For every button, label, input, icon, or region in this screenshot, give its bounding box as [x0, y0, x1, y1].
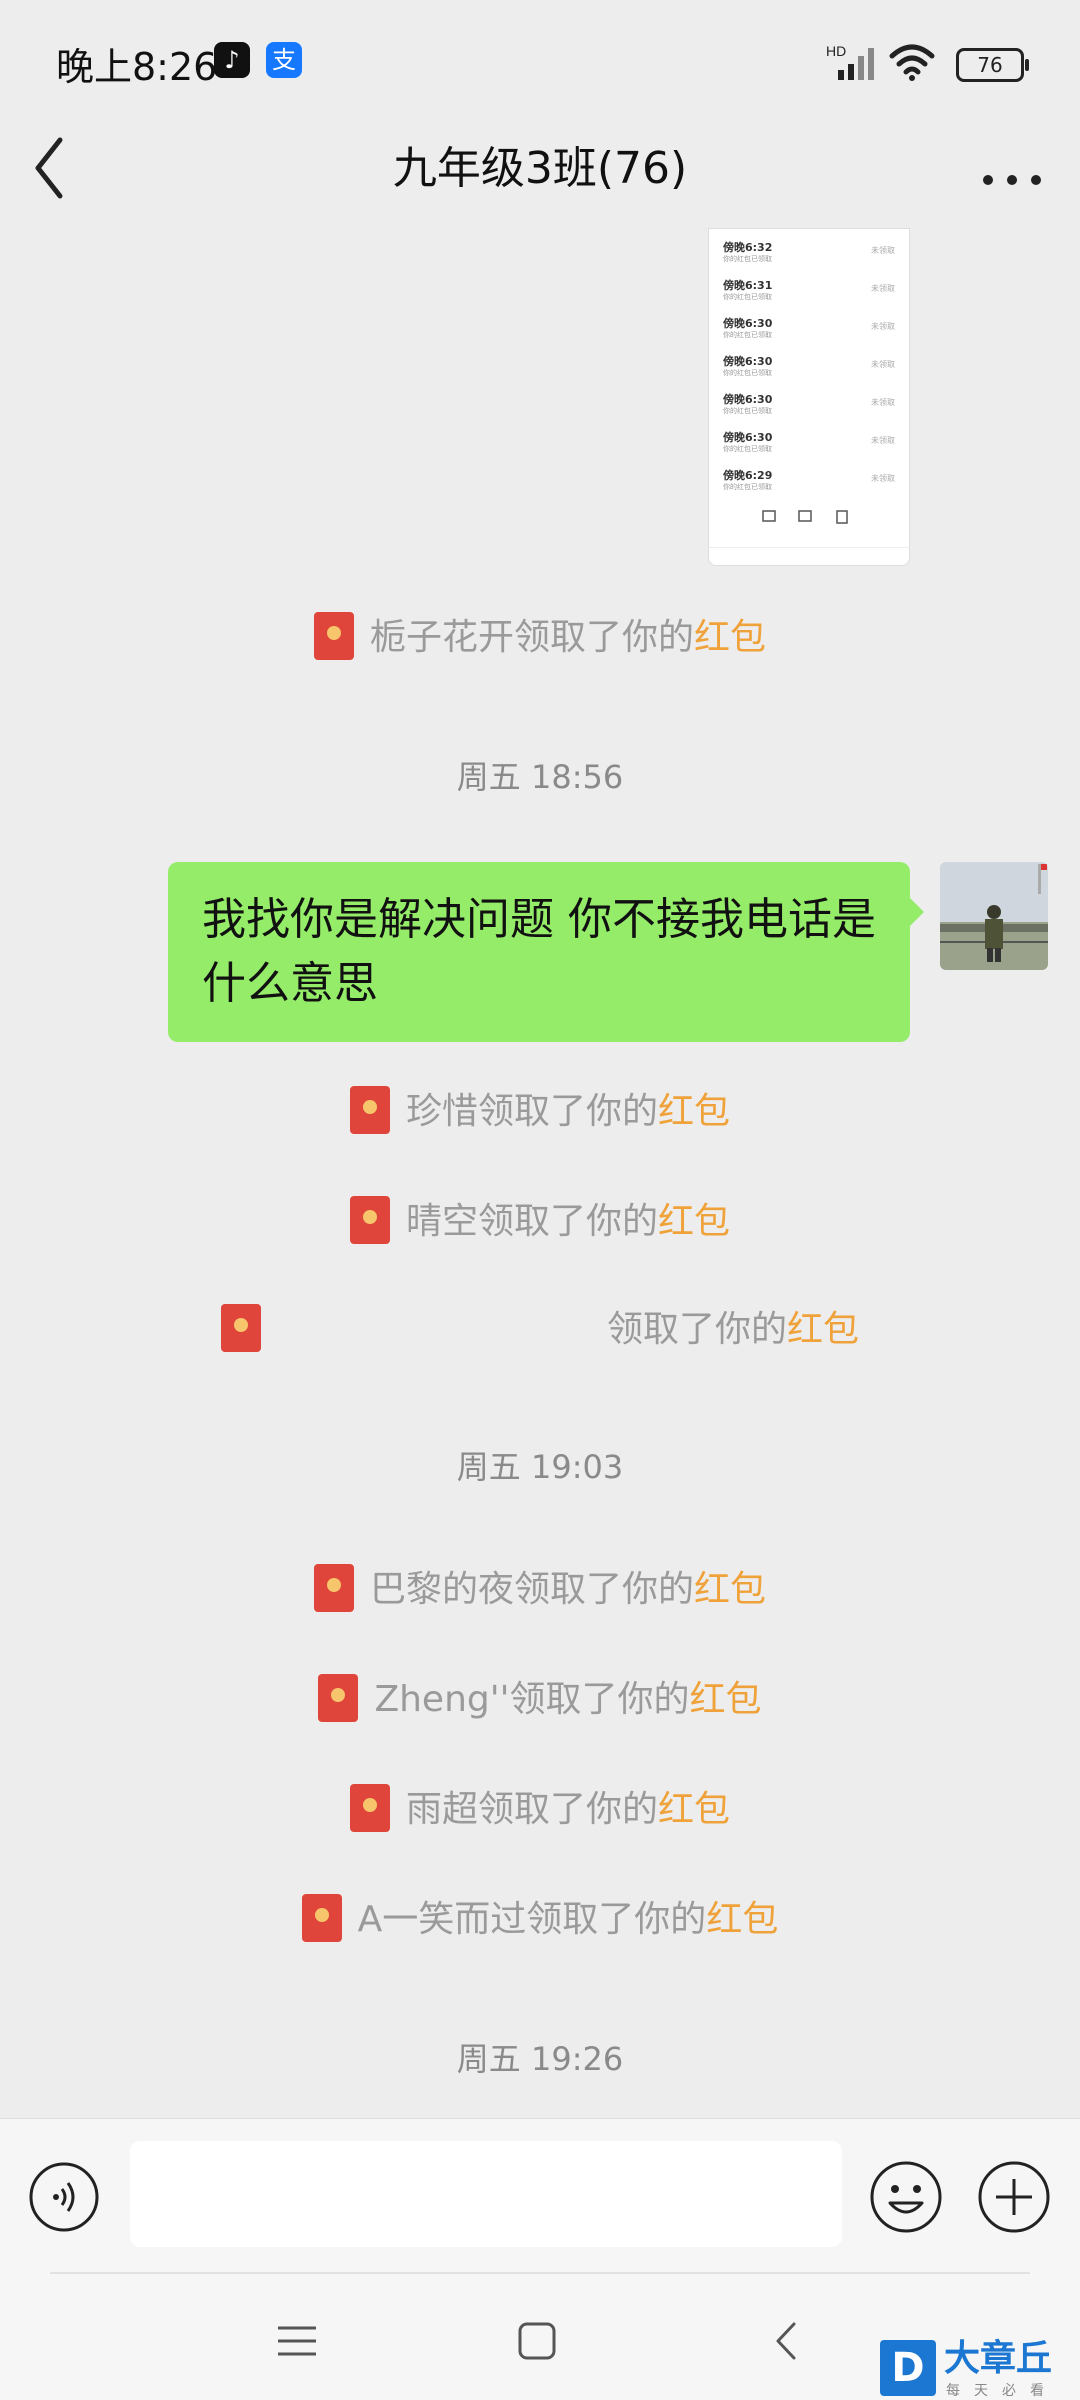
- redpacket-claim-notice: 雨超领取了你的红包: [0, 1780, 1080, 1840]
- timestamp: 周五 19:03: [456, 1448, 624, 1486]
- red-packet-link[interactable]: 红包: [690, 1679, 762, 1720]
- thumbnail-row: 傍晚6:31 你的红包已领取 未领取: [723, 279, 895, 301]
- avatar[interactable]: [940, 862, 1048, 970]
- timestamp: 周五 18:56: [456, 758, 624, 796]
- redpacket-claim-notice: 晴空领取了你的红包: [0, 1192, 1080, 1252]
- claim-text: 领取了你的: [513, 617, 694, 658]
- claimer-name: 珍惜: [405, 1091, 478, 1132]
- red-packet-link[interactable]: 红包: [658, 1789, 730, 1830]
- claim-text: 领取了你的: [477, 1789, 658, 1830]
- red-packet-link[interactable]: 红包: [706, 1899, 778, 1940]
- claimer-name: Zheng'': [374, 1679, 510, 1720]
- red-packet-icon: [349, 1784, 390, 1832]
- red-packet-link[interactable]: 红包: [658, 1201, 730, 1242]
- thumbnail-row: 傍晚6:30 你的红包已领取 未领取: [723, 393, 895, 415]
- thumbnail-row: 傍晚6:32 你的红包已领取 未领取: [723, 241, 895, 263]
- claim-text: 领取了你的: [513, 1569, 694, 1610]
- red-packet-link[interactable]: 红包: [787, 1309, 859, 1350]
- thumbnail-row: 傍晚6:29 你的红包已领取 未领取: [723, 469, 895, 491]
- watermark-logo-mark: D: [880, 2340, 936, 2396]
- redpacket-claim-notice: 巴黎的夜领取了你的红包: [0, 1560, 1080, 1620]
- voice-input-icon[interactable]: [28, 2161, 100, 2233]
- status-time: 晚上8:26: [56, 45, 218, 89]
- nav-back-icon[interactable]: [762, 2316, 812, 2366]
- status-bar: 晚上8:26 ♪ 支 HD 76: [0, 0, 1080, 120]
- red-packet-icon: [301, 1894, 342, 1942]
- claimer-name: 雨超: [405, 1789, 478, 1830]
- divider: [50, 2272, 1030, 2274]
- screenshot-image-message[interactable]: 傍晚6:32 你的红包已领取 未领取 傍晚6:31 你的红包已领取 未领取 傍晚6:30…: [708, 228, 910, 566]
- tiktok-icon: ♪: [214, 42, 250, 78]
- watermark-slogan: 每天必看: [946, 2383, 1058, 2399]
- emoji-icon[interactable]: [868, 2159, 944, 2235]
- home-icon[interactable]: [512, 2316, 562, 2366]
- claim-text: 领取了你的: [606, 1309, 787, 1350]
- claim-text: 领取了你的: [526, 1899, 707, 1940]
- svg-text:HD: HD: [826, 43, 846, 59]
- red-packet-link[interactable]: 红包: [694, 1569, 766, 1610]
- claimer-name: 晴空: [405, 1201, 478, 1242]
- avatar-image: [940, 862, 1048, 970]
- message-input[interactable]: [130, 2141, 842, 2247]
- claim-text: 领取了你的: [509, 1679, 690, 1720]
- chat-header: 九年级3班(76): [0, 120, 1080, 230]
- watermark-name: 大章丘: [944, 2338, 1053, 2379]
- timestamp: 周五 19:26: [456, 2040, 624, 2078]
- claimer-name: 巴黎的夜: [369, 1569, 514, 1610]
- red-packet-icon: [349, 1196, 390, 1244]
- signal-icon: HD: [826, 43, 874, 80]
- more-options-icon[interactable]: [972, 138, 1052, 198]
- red-packet-link[interactable]: 红包: [694, 617, 766, 658]
- chat-title: 九年级3班(76): [392, 143, 688, 194]
- redpacket-claim-notice: A一笑而过领取了你的红包: [0, 1890, 1080, 1950]
- alipay-icon: 支: [266, 42, 302, 78]
- red-packet-link[interactable]: 红包: [658, 1091, 730, 1132]
- claimer-name: 栀子花开: [369, 617, 514, 658]
- claim-text: 领取了你的: [477, 1201, 658, 1242]
- redpacket-claim-notice: Zheng''领取了你的红包: [0, 1670, 1080, 1730]
- red-packet-icon: [220, 1304, 261, 1352]
- add-more-icon[interactable]: [976, 2159, 1052, 2235]
- thumbnail-row: 傍晚6:30 你的红包已领取 未领取: [723, 355, 895, 377]
- redpacket-claim-notice: 领取了你的红包: [0, 1300, 1080, 1360]
- red-packet-icon: [349, 1086, 390, 1134]
- red-packet-icon: [313, 1564, 354, 1612]
- thumbnail-row: 傍晚6:30 你的红包已领取 未领取: [723, 317, 895, 339]
- red-packet-icon: [318, 1674, 359, 1722]
- recent-apps-icon[interactable]: [272, 2316, 322, 2366]
- redpacket-claim-notice: 珍惜领取了你的红包: [0, 1082, 1080, 1142]
- wifi-icon: [889, 44, 935, 81]
- claim-text: 领取了你的: [477, 1091, 658, 1132]
- thumbnail-divider: [709, 547, 909, 548]
- red-packet-icon: [313, 612, 354, 660]
- redpacket-claim-notice: 栀子花开领取了你的红包: [0, 608, 1080, 668]
- sent-message-bubble[interactable]: 我找你是解决问题 你不接我电话是什么意思: [168, 862, 924, 1042]
- thumbnail-row: 傍晚6:30 你的红包已领取 未领取: [723, 431, 895, 453]
- claimer-name: A一笑而过: [357, 1899, 527, 1940]
- chat-input-bar: [0, 2118, 1080, 2279]
- watermark-logo: D 大章丘 每天必看: [880, 2338, 1080, 2400]
- battery-icon: 76: [956, 48, 1029, 82]
- thumbnail-toolbar-icons: [762, 510, 848, 524]
- message-list[interactable]: 傍晚6:32 你的红包已领取 未领取 傍晚6:31 你的红包已领取 未领取 傍晚6:30…: [0, 228, 1080, 2118]
